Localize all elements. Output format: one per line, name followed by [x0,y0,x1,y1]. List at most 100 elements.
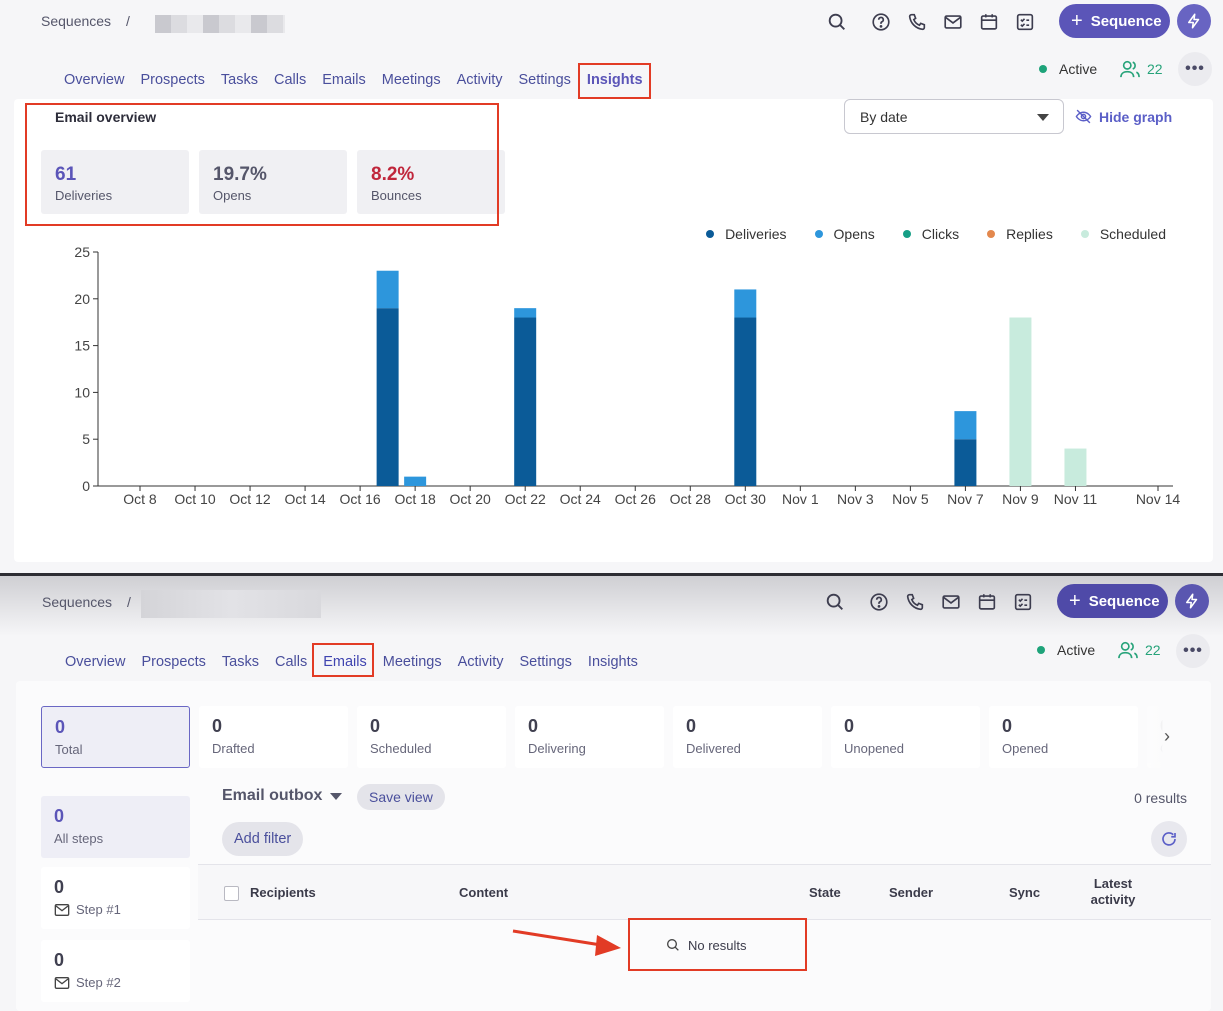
x-tick-label: Oct 16 [339,491,380,507]
stat-label: Scheduled [370,741,432,756]
stat-value: 0 [528,716,539,736]
bar-scheduled-nov-11[interactable] [1064,448,1087,486]
bar-opens-oct-22[interactable] [514,308,537,318]
column-header-sync[interactable]: Sync [1009,885,1040,900]
step-filter-step-2[interactable]: 0 Step #2 [41,940,190,1002]
status-label: Active [1057,642,1096,658]
empty-state: No results [665,937,747,953]
annotation-arrow [512,929,621,956]
select-all-checkbox[interactable] [224,886,239,901]
x-tick-label: Oct 30 [725,491,766,507]
y-tick-label: 20 [74,291,90,307]
active-status-dot [1037,646,1045,654]
y-tick-label: 15 [74,338,90,354]
column-header-state[interactable]: State [809,885,841,900]
x-tick-label: Oct 26 [615,491,656,507]
stat-label: Opened [1002,741,1049,756]
stat-card-unopened[interactable]: 0 Unopened [831,706,980,768]
breadcrumb-root[interactable]: Sequences [42,594,112,610]
x-tick-label: Oct 8 [123,491,157,507]
mail-icon [54,976,70,989]
add-filter-button[interactable]: Add filter [222,822,304,856]
tab-activity[interactable]: Activity [458,654,504,670]
refresh-icon[interactable] [1151,821,1187,857]
y-tick-label: 5 [82,431,90,447]
search-icon [667,939,679,951]
stat-label: Unopened [844,741,904,756]
column-header-latest-activity[interactable]: Latest activity [1078,876,1148,908]
stat-value: 0 [370,716,381,736]
save-view-button[interactable]: Save view [357,784,445,810]
column-header-recipients[interactable]: Recipients [250,885,316,900]
bar-opens-oct-30[interactable] [734,289,757,318]
prospects-count[interactable]: 22 [1117,640,1161,660]
bar-scheduled-nov-9[interactable] [1009,317,1032,486]
calendar-icon[interactable] [976,591,998,613]
bar-deliveries-oct-30[interactable] [734,317,757,486]
step-label: All steps [54,831,104,846]
mail-icon [54,903,70,916]
column-header-sender[interactable]: Sender [889,885,933,900]
bar-deliveries-oct-17[interactable] [376,308,399,486]
tab-overview[interactable]: Overview [65,654,125,670]
tab-meetings[interactable]: Meetings [383,654,442,670]
step-label: Step #1 [76,902,121,917]
redacted-sequence-name [141,590,321,618]
x-tick-label: Nov 5 [892,491,929,507]
x-tick-label: Oct 20 [450,491,491,507]
column-header-content[interactable]: Content [459,885,508,900]
stat-card-delivered[interactable]: 0 Delivered [673,706,822,768]
quick-actions-bolt-icon[interactable] [1175,584,1209,618]
results-count: 0 results [1134,790,1187,806]
step-filter-step-1[interactable]: 0 Step #1 [41,867,190,929]
tab-calls[interactable]: Calls [275,654,307,670]
stat-value: 0 [1002,716,1013,736]
step-label-row: All steps [54,831,103,846]
caret-down-icon [330,792,343,800]
email-outbox-view-selector[interactable]: Email outbox [222,787,343,805]
x-tick-label: Oct 22 [505,491,546,507]
bar-opens-oct-17[interactable] [376,270,399,309]
tab-prospects[interactable]: Prospects [141,654,205,670]
bar-deliveries-oct-22[interactable] [514,317,537,486]
y-tick-label: 0 [82,478,90,494]
x-tick-label: Oct 24 [560,491,601,507]
stat-card-total[interactable]: 0 Total [41,706,190,768]
x-tick-label: Oct 18 [395,491,436,507]
tab-insights[interactable]: Insights [588,654,638,670]
plus-icon: + [1069,590,1081,612]
scroll-right-chevron-icon[interactable]: › [1148,706,1186,768]
bar-opens-nov-7[interactable] [954,411,977,440]
phone-icon[interactable] [904,591,926,613]
stat-card-drafted[interactable]: 0 Drafted [199,706,348,768]
y-tick-label: 10 [74,384,90,400]
bar-deliveries-nov-7[interactable] [954,439,977,486]
stat-label: Delivering [528,741,586,756]
step-label-row: Step #1 [54,902,121,917]
x-tick-label: Nov 9 [1002,491,1039,507]
x-tick-label: Oct 10 [174,491,215,507]
tab-tasks[interactable]: Tasks [222,654,259,670]
step-count: 0 [54,806,65,826]
y-tick-label: 25 [74,244,90,260]
stat-card-delivering[interactable]: 0 Delivering [515,706,664,768]
search-icon[interactable] [824,591,846,613]
help-icon[interactable] [868,591,890,613]
more-options-button[interactable]: ••• [1176,634,1210,668]
mail-icon[interactable] [940,591,962,613]
stat-card-opened[interactable]: 0 Opened [989,706,1138,768]
x-tick-label: Oct 12 [229,491,270,507]
new-sequence-button[interactable]: + Sequence [1057,584,1168,618]
insights-screenshot: Sequences / + Sequence Overview Prospects T… [0,0,1223,573]
tab-settings[interactable]: Settings [520,654,572,670]
step-filter-all[interactable]: 0 All steps [41,796,190,858]
step-count: 0 [54,877,65,897]
x-tick-label: Nov 14 [1136,491,1181,507]
step-label-row: Step #2 [54,975,121,990]
stat-label: Total [55,742,83,757]
stat-card-scheduled[interactable]: 0 Scheduled [357,706,506,768]
x-tick-label: Nov 11 [1054,491,1098,507]
tasks-icon[interactable] [1012,591,1034,613]
bar-opens-oct-18[interactable] [404,476,427,486]
emails-screenshot: Sequences / + Sequence Overview Prospects T… [0,576,1223,1011]
